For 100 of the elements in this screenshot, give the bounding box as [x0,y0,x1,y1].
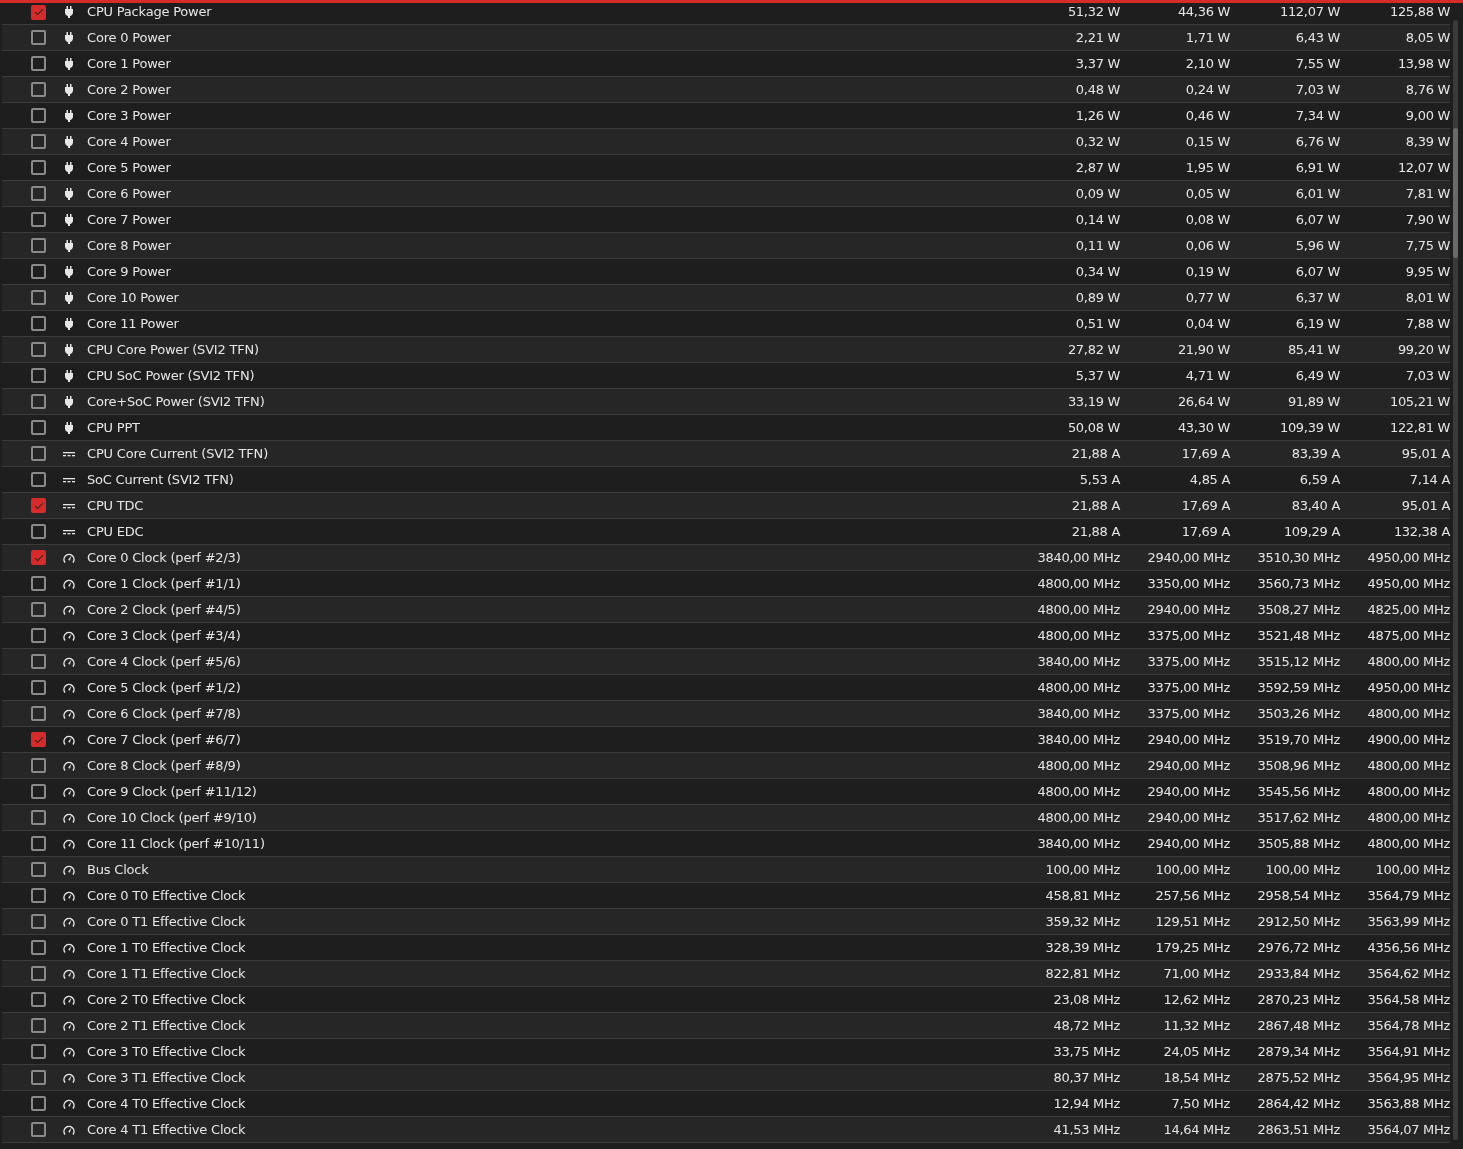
sensor-value: 6,91 W [1294,158,1340,177]
checkbox[interactable] [31,212,46,227]
checkbox[interactable] [31,836,46,851]
sensor-label: Core 1 Power [87,54,172,73]
sensor-value: 6,01 W [1294,184,1340,203]
sensor-value: 0,05 W [1184,184,1230,203]
checkbox[interactable] [31,56,46,71]
sensor-value: 51,32 W [1066,3,1120,22]
checkbox[interactable] [31,862,46,877]
checkbox[interactable] [31,706,46,721]
sensor-value: 2,10 W [1184,54,1230,73]
gauge-icon [63,941,75,954]
checkbox[interactable] [31,160,46,175]
sensor-value: 0,89 W [1074,288,1120,307]
checkbox[interactable] [31,368,46,383]
checkbox[interactable] [31,498,46,513]
checkbox[interactable] [31,758,46,773]
checkbox[interactable] [31,940,46,955]
plug-icon [63,83,75,96]
sensor-label: Core 0 T1 Effective Clock [87,912,247,931]
checkbox[interactable] [31,108,46,123]
sensor-label: CPU SoC Power (SVI2 TFN) [87,366,256,385]
checkbox[interactable] [31,550,46,565]
scrollbar-thumb[interactable] [1453,128,1458,258]
sensor-value: 21,88 A [1070,444,1120,463]
sensor-value: 0,51 W [1074,314,1120,333]
checkbox[interactable] [31,524,46,539]
sensor-value: 6,76 W [1294,132,1340,151]
checkbox[interactable] [31,1070,46,1085]
sensor-label: Core 0 Power [87,28,172,47]
sensor-value: 0,46 W [1184,106,1230,125]
checkbox[interactable] [31,784,46,799]
sensor-value: 85,41 W [1286,340,1340,359]
checkbox[interactable] [31,316,46,331]
sensor-label: Core 0 T0 Effective Clock [87,886,247,905]
sensor-value: 43,30 W [1176,418,1230,437]
checkbox[interactable] [31,888,46,903]
gauge-icon [63,993,75,1006]
checkbox[interactable] [31,30,46,45]
checkbox[interactable] [31,1044,46,1059]
sensor-value: 6,07 W [1294,210,1340,229]
sensor-value: 3564,62 MHz [1366,964,1450,983]
checkbox[interactable] [31,602,46,617]
sensor-value: 3564,58 MHz [1366,990,1450,1009]
checkbox[interactable] [31,1096,46,1111]
checkbox[interactable] [31,966,46,981]
sensor-label: CPU TDC [87,496,145,515]
plug-icon [63,395,75,408]
sensor-value: 2,21 W [1074,28,1120,47]
checkbox[interactable] [31,576,46,591]
sensor-value: 5,96 W [1294,236,1340,255]
checkbox[interactable] [31,420,46,435]
checkbox[interactable] [31,186,46,201]
sensor-value: 6,49 W [1294,366,1340,385]
checkbox[interactable] [31,472,46,487]
sensor-value: 7,90 W [1404,210,1450,229]
sensor-value: 7,03 W [1404,366,1450,385]
checkbox[interactable] [31,394,46,409]
sensor-value: 359,32 MHz [1044,912,1120,931]
checkbox[interactable] [31,446,46,461]
checkbox[interactable] [31,914,46,929]
plug-icon [63,343,75,356]
checkbox[interactable] [31,4,46,20]
sensor-value: 105,21 W [1388,392,1450,411]
sensor-value: 3508,96 MHz [1256,756,1340,775]
checkbox[interactable] [31,238,46,253]
plug-icon [63,265,75,278]
sensor-value: 33,19 W [1066,392,1120,411]
checkbox[interactable] [31,82,46,97]
sensor-value: 7,75 W [1404,236,1450,255]
sensor-value: 13,98 W [1396,54,1450,73]
sensor-label: CPU EDC [87,522,145,541]
checkbox[interactable] [31,810,46,825]
sensor-value: 7,03 W [1294,80,1340,99]
checkbox[interactable] [31,628,46,643]
checkbox[interactable] [31,264,46,279]
sensor-label: Core 9 Clock (perf #11/12) [87,782,258,801]
checkbox[interactable] [31,732,46,747]
checkbox[interactable] [31,992,46,1007]
sensor-value: 83,40 A [1290,496,1340,515]
sensor-value: 2879,34 MHz [1256,1042,1340,1061]
sensor-label: Core 8 Clock (perf #8/9) [87,756,242,775]
checkbox[interactable] [31,1018,46,1033]
sensor-value: 3564,07 MHz [1366,1120,1450,1139]
sensor-value: 328,39 MHz [1044,938,1120,957]
checkbox[interactable] [31,342,46,357]
sensor-value: 4800,00 MHz [1036,600,1120,619]
checkbox[interactable] [31,680,46,695]
sensor-value: 3503,26 MHz [1256,704,1340,723]
sensor-value: 9,00 W [1404,106,1450,125]
checkbox[interactable] [31,134,46,149]
gauge-icon [63,863,75,876]
sensor-value: 2867,48 MHz [1256,1016,1340,1035]
checkbox[interactable] [31,290,46,305]
checkbox[interactable] [31,1122,46,1137]
sensor-value: 6,19 W [1294,314,1340,333]
sensor-value: 91,89 W [1286,392,1340,411]
plug-icon [63,31,75,44]
checkbox[interactable] [31,654,46,669]
sensor-value: 2940,00 MHz [1146,834,1230,853]
